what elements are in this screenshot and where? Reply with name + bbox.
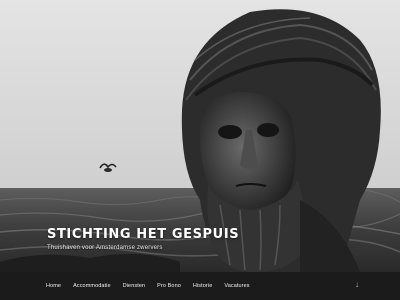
nav-item-home[interactable]: Home — [46, 283, 61, 289]
nav-item-diensten[interactable]: Diensten — [123, 283, 146, 289]
nav-item-pro-bono[interactable]: Pro Bono — [157, 283, 181, 289]
arrow-down-icon[interactable]: ↓ — [352, 280, 362, 290]
site-branding: STICHTING HET GESPUIS Thuishaven voor Am… — [47, 228, 239, 252]
nav-item-accommodatie[interactable]: Accommodatie — [73, 283, 111, 289]
header-image: STICHTING HET GESPUIS Thuishaven voor Am… — [0, 0, 400, 272]
nav-menu: Home Accommodatie Diensten Pro Bono Hist… — [46, 272, 262, 300]
main-navigation: Home Accommodatie Diensten Pro Bono Hist… — [0, 272, 400, 300]
site-tagline: Thuishaven voor Amsterdamse zwervers — [47, 245, 163, 251]
nav-item-historie[interactable]: Historie — [193, 283, 212, 289]
nav-item-vacatures[interactable]: Vacatures — [224, 283, 249, 289]
site-title[interactable]: STICHTING HET GESPUIS — [47, 228, 239, 242]
